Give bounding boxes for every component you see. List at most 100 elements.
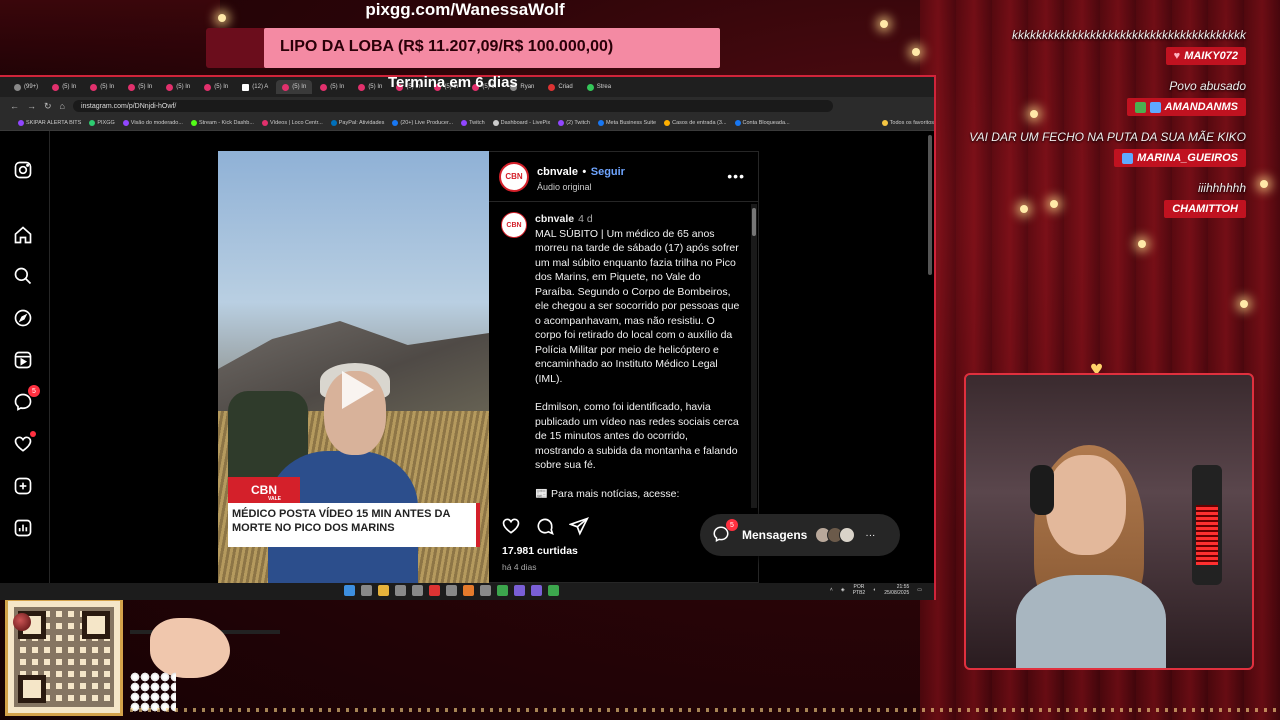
- audio-label[interactable]: Áudio original: [537, 182, 625, 192]
- post-caption-area: CBN cbnvale 4 d MAL SÚBITO | Um médico de…: [489, 202, 751, 508]
- message-avatars: [815, 527, 856, 543]
- app-icon[interactable]: [514, 585, 525, 596]
- bookmark-item[interactable]: PayPal: Atividades: [330, 119, 384, 126]
- reload-icon[interactable]: ↻: [44, 101, 52, 112]
- app-icon[interactable]: [412, 585, 423, 596]
- dashboard-icon[interactable]: [12, 517, 34, 539]
- explore-compass-icon[interactable]: [12, 307, 34, 329]
- more-options-icon[interactable]: •••: [727, 168, 745, 184]
- bookmark-item[interactable]: Todos os favoritos: [881, 119, 934, 126]
- like-icon[interactable]: [501, 516, 521, 536]
- chat-message: Povo abusado AMANDANMS: [946, 79, 1246, 116]
- bookmark-item[interactable]: (20+) Live Producer...: [392, 119, 453, 126]
- browser-tab[interactable]: (5) In: [352, 80, 388, 94]
- bookmark-item[interactable]: Meta Business Suite: [597, 119, 657, 126]
- bookmark-item[interactable]: Visão do moderado...: [122, 119, 183, 126]
- messages-button[interactable]: 5 Mensagens ···: [700, 514, 900, 556]
- app-icon[interactable]: [429, 585, 440, 596]
- browser-tab[interactable]: (99+): [8, 80, 44, 94]
- browser-tab[interactable]: (5) In: [46, 80, 82, 94]
- firefox-icon[interactable]: [463, 585, 474, 596]
- messages-badge: 5: [726, 519, 738, 531]
- forward-icon[interactable]: →: [27, 101, 36, 111]
- whatsapp-icon[interactable]: [548, 585, 559, 596]
- bookmark-item[interactable]: Casos de entrada (3...: [664, 119, 727, 126]
- app-icon[interactable]: [446, 585, 457, 596]
- chat-app-icon[interactable]: [361, 585, 372, 596]
- bookmark-item[interactable]: PIXGG: [89, 119, 115, 126]
- url-input[interactable]: instagram.com/p/DNnjdi-hOwf/: [72, 100, 833, 112]
- chevron-up-icon[interactable]: ˄: [830, 587, 833, 593]
- notifications-icon[interactable]: ▭: [917, 587, 922, 593]
- browser-tab[interactable]: (5) In: [122, 80, 158, 94]
- donation-goal-text: LIPO DA LOBA (R$ 11.207,09/R$ 100.000,00…: [280, 38, 614, 55]
- bookmark-label: Casos de entrada (3...: [672, 119, 727, 126]
- home-icon[interactable]: ⌂: [60, 101, 65, 111]
- caption-scroll-thumb[interactable]: [752, 208, 756, 236]
- bookmark-item[interactable]: Conta Bloqueada...: [734, 119, 790, 126]
- notifications-heart-icon[interactable]: [12, 431, 36, 455]
- chat-username: AMANDANMS: [1126, 98, 1246, 116]
- back-icon[interactable]: ←: [10, 101, 19, 111]
- bookmark-label: Meta Business Suite: [605, 119, 657, 126]
- share-icon[interactable]: [569, 516, 589, 536]
- bookmark-item[interactable]: Dashboard - LivePix: [492, 119, 550, 126]
- network-icon[interactable]: ◈: [841, 587, 845, 593]
- caption-avatar[interactable]: CBN: [501, 212, 527, 238]
- chrome-icon[interactable]: [497, 585, 508, 596]
- bookmark-item[interactable]: SKIPAR ALERTA BITS: [18, 119, 81, 126]
- browser-tab[interactable]: (5) In: [198, 80, 234, 94]
- create-post-icon[interactable]: [12, 475, 34, 497]
- browser-tab[interactable]: (5) In: [314, 80, 350, 94]
- likes-count[interactable]: 17.981 curtidas: [502, 545, 578, 557]
- keyboard-language[interactable]: POR PTB2: [853, 584, 866, 596]
- browser-tab[interactable]: (12) A: [236, 80, 274, 94]
- bookmark-item[interactable]: (2) Twitch: [558, 119, 590, 126]
- caption-scrollbar[interactable]: [751, 204, 757, 508]
- page-scrollbar[interactable]: [928, 135, 932, 275]
- comment-icon[interactable]: [535, 516, 555, 536]
- instagram-logo-icon[interactable]: [12, 159, 34, 181]
- reel-video[interactable]: CBN VALE MÉDICO POSTA VÍDEO 15 MIN ANTES…: [218, 151, 489, 583]
- tab-label: (5) In: [368, 84, 383, 90]
- bookmark-label: PIXGG: [97, 119, 115, 126]
- bookmark-favicon-icon: [881, 119, 888, 126]
- browser-tab[interactable]: Criad: [542, 80, 578, 94]
- follow-button[interactable]: Seguir: [591, 166, 625, 178]
- obs-icon[interactable]: [480, 585, 491, 596]
- browser-tab[interactable]: Strea: [581, 80, 617, 94]
- post-username[interactable]: cbnvale: [537, 166, 578, 178]
- windows-start-icon[interactable]: [344, 585, 355, 596]
- messenger-icon[interactable]: 5: [12, 385, 40, 413]
- hiker: [228, 351, 418, 583]
- streamer: [1016, 445, 1166, 668]
- bookmark-item[interactable]: Twitch: [461, 119, 485, 126]
- play-icon[interactable]: [330, 365, 380, 415]
- profile-avatar[interactable]: [13, 613, 31, 631]
- bookmark-favicon-icon: [89, 119, 96, 126]
- home-icon[interactable]: [12, 224, 34, 246]
- system-clock[interactable]: 21:55 25/08/2025: [884, 584, 909, 596]
- bookmark-item[interactable]: Vídeos | Loco Centr...: [261, 119, 323, 126]
- heart-icon: ♥: [1173, 50, 1181, 62]
- post-date: há 4 dias: [502, 562, 537, 572]
- browser-tab[interactable]: (5) In: [160, 80, 196, 94]
- bookmark-label: (2) Twitch: [566, 119, 590, 126]
- app-icon[interactable]: [395, 585, 406, 596]
- browser-tab[interactable]: (5) In: [276, 80, 313, 94]
- search-icon[interactable]: [12, 265, 34, 287]
- browser-tab[interactable]: (5) In: [84, 80, 120, 94]
- account-avatar[interactable]: CBN: [499, 161, 529, 192]
- reels-icon[interactable]: [12, 349, 34, 371]
- pix-url: pixgg.com/WanessaWolf: [365, 0, 565, 19]
- bookmark-favicon-icon: [664, 119, 671, 126]
- tab-label: (5) In: [214, 84, 229, 90]
- bookmark-item[interactable]: Stream - Kick Dashb...: [190, 119, 254, 126]
- bookmark-favicon-icon: [392, 119, 399, 126]
- discord-icon[interactable]: [531, 585, 542, 596]
- volume-icon[interactable]: ◐: [873, 587, 876, 593]
- caption-username[interactable]: cbnvale: [535, 213, 574, 225]
- tab-favicon-icon: [320, 83, 328, 91]
- file-explorer-icon[interactable]: [378, 585, 389, 596]
- bookmark-label: Twitch: [469, 119, 485, 126]
